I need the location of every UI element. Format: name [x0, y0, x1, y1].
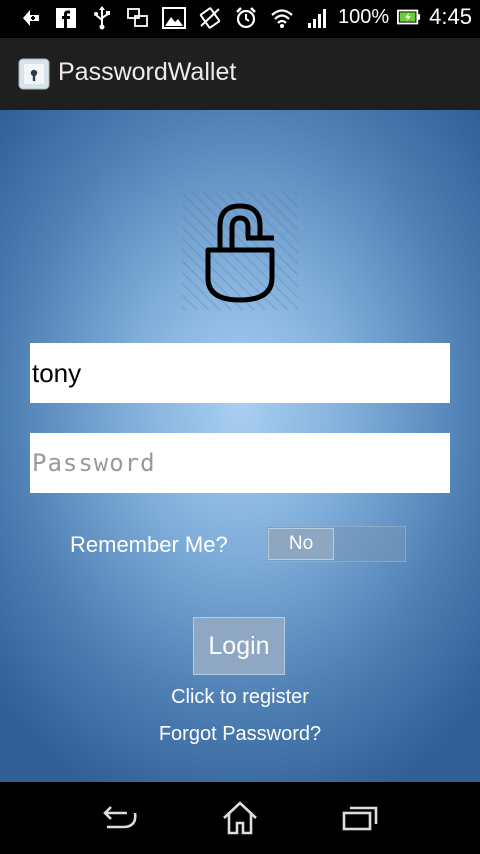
facebook-icon: [54, 6, 78, 30]
username-field[interactable]: [30, 343, 450, 403]
app-title: PasswordWallet: [58, 58, 237, 86]
password-input[interactable]: [30, 433, 450, 493]
forgot-password-link[interactable]: Forgot Password?: [0, 723, 480, 746]
battery-percent: 100%: [338, 5, 390, 28]
image-icon: [162, 6, 186, 30]
login-screen: Remember Me? No Login Click to register …: [0, 110, 480, 782]
clock: 4:45: [429, 4, 472, 29]
vibrate-icon: [198, 6, 222, 30]
battery-icon: [397, 5, 421, 29]
lock-icon: [180, 192, 300, 312]
status-bar: 100% 4:45: [0, 0, 480, 38]
back-icon[interactable]: [96, 796, 146, 840]
password-field[interactable]: [30, 433, 450, 493]
remember-me-toggle[interactable]: No: [266, 526, 406, 562]
add-icon: [18, 6, 42, 30]
username-input[interactable]: [30, 343, 450, 403]
screens-icon: [126, 6, 150, 30]
lock-app-icon: [18, 58, 50, 90]
home-icon[interactable]: [215, 796, 265, 840]
navigation-bar: [0, 782, 480, 854]
alarm-icon: [234, 6, 258, 30]
register-link[interactable]: Click to register: [0, 686, 480, 709]
recents-icon[interactable]: [335, 796, 385, 840]
toggle-knob[interactable]: No: [268, 528, 334, 560]
notification-icons: [18, 6, 330, 30]
status-right: 100% 4:45: [338, 4, 472, 30]
signal-icon: [306, 6, 330, 30]
usb-icon: [90, 6, 114, 30]
login-button[interactable]: Login: [193, 617, 285, 675]
wifi-icon: [270, 6, 294, 30]
remember-me-label: Remember Me?: [70, 532, 228, 557]
